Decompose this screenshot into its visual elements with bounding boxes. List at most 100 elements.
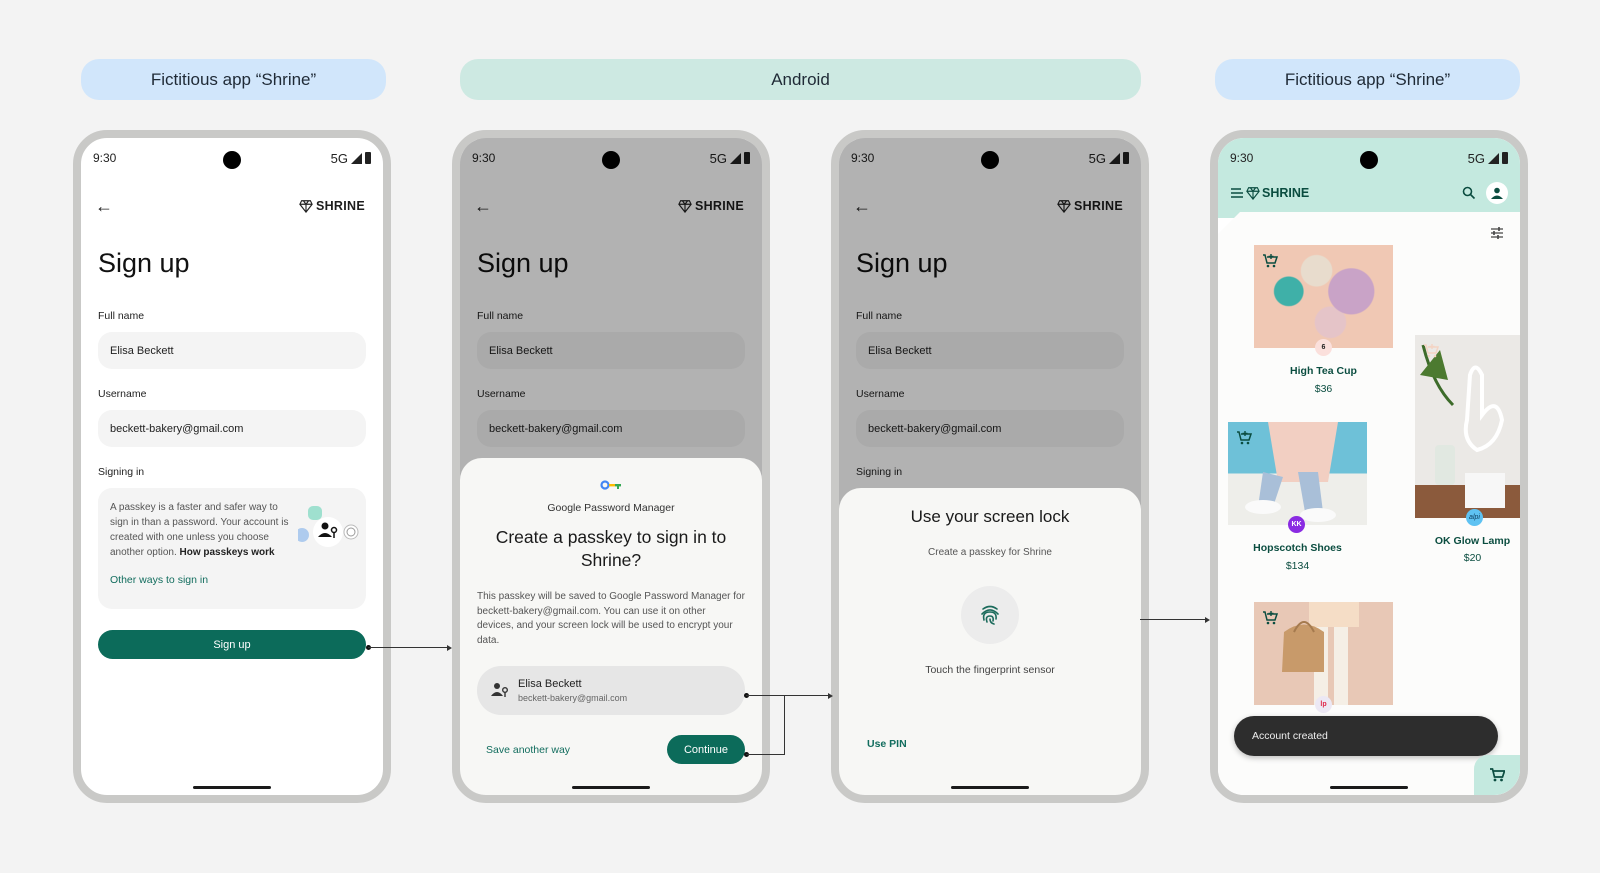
- fingerprint-sensor[interactable]: [961, 586, 1019, 644]
- header-label: Android: [771, 69, 830, 89]
- create-passkey-sheet: Google Password Manager Create a passkey…: [460, 458, 762, 795]
- home-indicator: [951, 786, 1029, 789]
- status-icons: 5G: [331, 151, 371, 166]
- phone-screen-lock: 9:30 5G ← SHRINE Sign up Full name Elisa…: [831, 130, 1149, 803]
- passkey-illustration-icon: [298, 506, 359, 547]
- header-label: Fictitious app “Shrine”: [150, 69, 317, 89]
- add-to-cart-icon[interactable]: [1423, 343, 1439, 358]
- arrow-head-icon: [1205, 617, 1210, 623]
- product-card[interactable]: alpi OK Glow Lamp $20: [1415, 335, 1520, 565]
- account-created-snackbar: Account created: [1234, 716, 1498, 756]
- sheet-subtitle: Create a passkey for Shrine: [928, 547, 1052, 558]
- signal-icon: [351, 152, 362, 164]
- header-shrine-right: Fictitious app “Shrine”: [1215, 59, 1520, 100]
- username-field[interactable]: beckett-bakery@gmail.com: [98, 410, 366, 447]
- password-manager-key-icon: [600, 480, 621, 490]
- continue-button[interactable]: Continue: [667, 735, 745, 764]
- screen-lock-sheet: Use your screen lock Create a passkey fo…: [839, 488, 1141, 795]
- provider-name: Google Password Manager: [547, 502, 675, 514]
- add-to-cart-icon[interactable]: [1262, 610, 1278, 625]
- flow-connector: [368, 647, 448, 648]
- status-time: 9:30: [93, 151, 117, 165]
- page-title: Sign up: [98, 248, 190, 278]
- product-name: Hopscotch Shoes: [1253, 542, 1342, 554]
- product-card[interactable]: lp: [1254, 602, 1393, 717]
- status-icons: 5G: [1468, 151, 1508, 166]
- home-indicator: [1330, 786, 1408, 789]
- sheet-title: Use your screen lock: [910, 507, 1070, 526]
- header-shrine-left: Fictitious app “Shrine”: [81, 59, 386, 100]
- save-another-way-button[interactable]: Save another way: [486, 744, 570, 756]
- filter-tune-icon[interactable]: [1490, 226, 1504, 240]
- product-card[interactable]: KK Hopscotch Shoes $134: [1228, 422, 1367, 572]
- shrine-menu-brand[interactable]: SHRINE: [1230, 186, 1309, 200]
- use-pin-button[interactable]: Use PIN: [867, 738, 907, 750]
- shrine-app-bar: SHRINE: [1230, 182, 1508, 204]
- battery-icon: [365, 152, 371, 164]
- ok-glow-lamp-image: [1415, 335, 1520, 518]
- camera-cutout: [1360, 151, 1378, 169]
- brand-name: SHRINE: [315, 199, 365, 213]
- account-avatar[interactable]: [1486, 182, 1508, 204]
- signal-icon: [1488, 152, 1499, 164]
- signing-in-label: Signing in: [98, 466, 145, 478]
- back-arrow-icon[interactable]: ←: [95, 196, 113, 217]
- arrow-head-icon: [447, 645, 452, 651]
- vendor-badge: 6: [1315, 339, 1332, 356]
- brand-name: SHRINE: [1262, 186, 1310, 200]
- username-label: Username: [98, 388, 147, 400]
- shopping-cart-icon: [1490, 768, 1505, 782]
- search-icon[interactable]: [1462, 186, 1476, 200]
- username-value: beckett-bakery@gmail.com: [110, 422, 244, 435]
- account-name: Elisa Beckett: [518, 678, 582, 690]
- snackbar-text: Account created: [1252, 730, 1328, 742]
- add-to-cart-icon[interactable]: [1262, 253, 1278, 268]
- flow-connector: [784, 695, 785, 755]
- battery-icon: [1502, 152, 1508, 164]
- account-email: beckett-bakery@gmail.com: [518, 693, 628, 703]
- product-price: $36: [1314, 383, 1333, 395]
- full-name-label: Full name: [98, 310, 145, 322]
- phone-password-manager: 9:30 5G ← SHRINE Sign up Full name Elisa…: [452, 130, 770, 803]
- home-indicator: [572, 786, 650, 789]
- vendor-badge: alpi: [1466, 509, 1483, 526]
- signup-button[interactable]: Sign up: [98, 630, 366, 659]
- account-chip[interactable]: Elisa Beckett beckett-bakery@gmail.com: [477, 666, 745, 715]
- home-indicator: [193, 786, 271, 789]
- shrine-brand: SHRINE: [299, 199, 365, 213]
- product-name: OK Glow Lamp: [1434, 535, 1511, 547]
- app-bar: ← SHRINE: [81, 194, 383, 218]
- passkey-info-text: A passkey is a faster and safer way to s…: [110, 500, 290, 560]
- network-label: 5G: [1467, 150, 1485, 166]
- diamond-icon: [299, 200, 313, 213]
- product-price: $20: [1463, 552, 1482, 564]
- passkey-info-card: A passkey is a faster and safer way to s…: [98, 488, 366, 609]
- fingerprint-instruction: Touch the fingerprint sensor: [925, 664, 1055, 676]
- lamp-illustration: [1420, 344, 1505, 508]
- product-name: High Tea Cup: [1290, 365, 1357, 377]
- shrine-actions: [1462, 182, 1508, 204]
- status-time: 9:30: [1230, 151, 1254, 165]
- full-name-value: Elisa Beckett: [110, 344, 174, 357]
- phone-shrine-home: 9:30 5G SHRINE 6 High Tea Cup $36 alpi O…: [1210, 130, 1528, 803]
- product-card[interactable]: 6 High Tea Cup $36: [1254, 245, 1393, 395]
- fingerprint-icon: [981, 605, 999, 625]
- add-to-cart-icon[interactable]: [1236, 430, 1252, 445]
- header-android: Android: [460, 59, 1141, 100]
- phone-signup: 9:30 5G ← SHRINE Sign up Full name Elisa…: [73, 130, 391, 803]
- flow-connector: [1140, 619, 1206, 620]
- full-name-field[interactable]: Elisa Beckett: [98, 332, 366, 369]
- menu-icon: [1231, 188, 1243, 198]
- other-ways-link[interactable]: Other ways to sign in: [110, 574, 208, 586]
- how-passkeys-work-link[interactable]: How passkeys work: [180, 547, 275, 558]
- product-price: $134: [1285, 560, 1310, 572]
- network-label: 5G: [330, 150, 348, 166]
- header-label: Fictitious app “Shrine”: [1284, 69, 1451, 89]
- passkey-account-icon: [491, 683, 508, 697]
- flow-connector: [746, 754, 784, 755]
- sheet-body: This passkey will be saved to Google Pas…: [477, 591, 745, 646]
- arrow-head-icon: [828, 693, 833, 699]
- cart-button[interactable]: [1474, 755, 1520, 795]
- diamond-icon: [1246, 187, 1260, 200]
- person-icon: [1491, 187, 1503, 199]
